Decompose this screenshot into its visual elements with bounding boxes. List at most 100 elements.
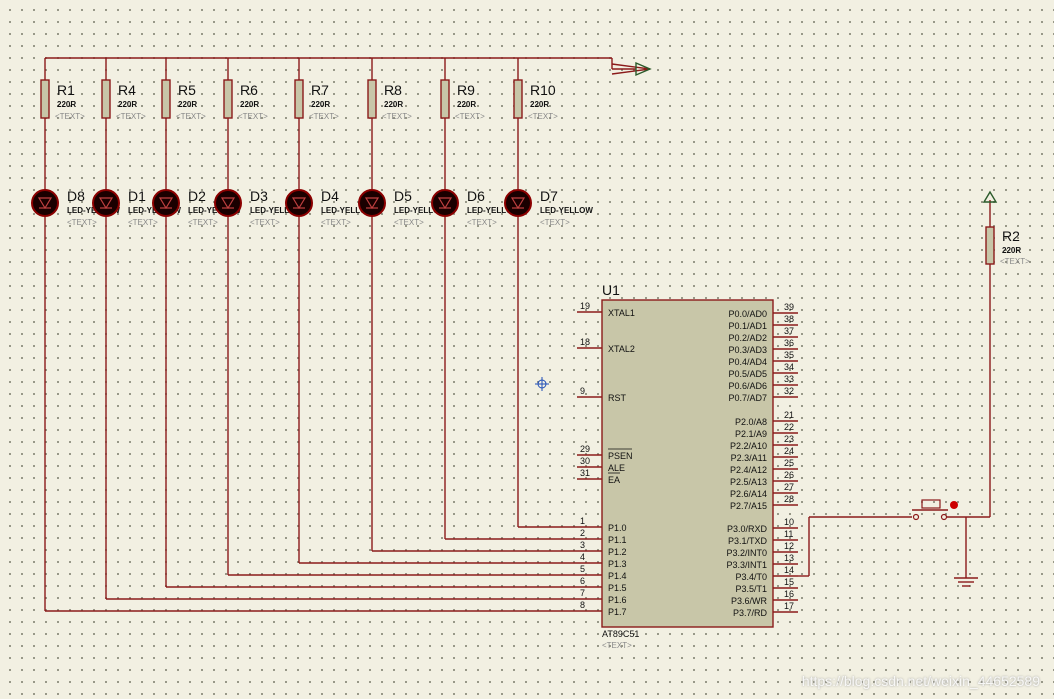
led-body (92, 189, 120, 217)
led-text-tag: <TEXT> (540, 218, 570, 227)
chip-pin-number: 22 (784, 422, 794, 432)
led-text-tag: <TEXT> (394, 218, 424, 227)
resistor-ref: R4 (118, 82, 136, 98)
resistor-ref: R5 (178, 82, 196, 98)
chip-pin-number: 18 (580, 337, 590, 347)
chip-pin-number: 27 (784, 482, 794, 492)
chip-pin-number: 35 (784, 350, 794, 360)
resistor-text-tag: <TEXT> (1000, 257, 1030, 266)
chip-pin-number: 3 (580, 540, 585, 550)
resistor-body (161, 79, 171, 119)
chip-pin-number: 1 (580, 516, 585, 526)
chip-pin-number: 14 (784, 565, 794, 575)
chip-pin-number: 19 (580, 301, 590, 311)
chip-pin-label: P2.4/A12 (730, 465, 767, 475)
chip-pin-label: P0.1/AD1 (728, 321, 767, 331)
chip-pin-label: P0.3/AD3 (728, 345, 767, 355)
chip-pin-label: P2.0/A8 (735, 417, 767, 427)
led-ref: D7 (540, 188, 558, 204)
resistor-text-tag: <TEXT> (455, 112, 485, 121)
led-body (285, 189, 313, 217)
chip-pin-label: P1.6 (608, 595, 627, 605)
chip-ref: U1 (602, 282, 620, 298)
resistor-text-tag: <TEXT> (55, 112, 85, 121)
led-body (152, 189, 180, 217)
led-text-tag: <TEXT> (250, 218, 280, 227)
chip-pin-number: 25 (784, 458, 794, 468)
led-text-tag: <TEXT> (67, 218, 97, 227)
resistor-ref: R8 (384, 82, 402, 98)
button-contact (940, 513, 948, 521)
resistor-ref: R2 (1002, 228, 1020, 244)
chip-pin-number: 7 (580, 588, 585, 598)
chip-pin-label: P2.2/A10 (730, 441, 767, 451)
chip-pin-label: P3.3/INT1 (726, 560, 767, 570)
chip-pin-label: P2.1/A9 (735, 429, 767, 439)
chip-pin-number: 17 (784, 601, 794, 611)
resistor-text-tag: <TEXT> (116, 112, 146, 121)
chip-pin-number: 28 (784, 494, 794, 504)
resistor-value: 220R (1002, 246, 1021, 255)
chip-pin-number: 21 (784, 410, 794, 420)
chip-pin-label: P0.5/AD5 (728, 369, 767, 379)
chip-pin-number: 15 (784, 577, 794, 587)
resistor-text-tag: <TEXT> (238, 112, 268, 121)
chip-pin-number: 11 (784, 529, 793, 539)
chip-pin-label: P2.7/A15 (730, 501, 767, 511)
led-ref: D5 (394, 188, 412, 204)
chip-text-tag: <TEXT> (602, 641, 632, 650)
chip-pin-label: P3.7/RD (733, 608, 768, 618)
led-value: LED-YELLOW (540, 206, 593, 215)
chip-pin-number: 13 (784, 553, 794, 563)
resistor-text-tag: <TEXT> (309, 112, 339, 121)
chip-pin-number: 26 (784, 470, 794, 480)
resistor-value: 220R (57, 100, 76, 109)
chip-pin-label: P1.0 (608, 523, 627, 533)
chip-pin-number: 9 (580, 386, 585, 396)
chip-pin-number: 29 (580, 444, 590, 454)
resistor-value: 220R (384, 100, 403, 109)
button-contact (912, 513, 920, 521)
led-body (214, 189, 242, 217)
chip-pin-number: 31 (580, 468, 590, 478)
resistor-value: 220R (457, 100, 476, 109)
button-state-dot (950, 501, 958, 509)
led-text-tag: <TEXT> (321, 218, 351, 227)
chip-pin-number: 39 (784, 302, 794, 312)
led-ref: D8 (67, 188, 85, 204)
chip-pin-label: P2.6/A14 (730, 489, 767, 499)
schematic-canvas: R1 220R <TEXT> D8 LED-YELLOW <TEXT> R4 220R <TEX… (31, 57, 1030, 650)
resistor-ref: R6 (240, 82, 258, 98)
led-ref: D3 (250, 188, 268, 204)
chip-pin-number: 6 (580, 576, 585, 586)
led-ref: D2 (188, 188, 206, 204)
chip-pin-label: XTAL2 (608, 344, 635, 354)
chip-pin-label: P3.5/T1 (735, 584, 767, 594)
chip-pin-number: 33 (784, 374, 794, 384)
chip-pin-label: P0.0/AD0 (728, 309, 767, 319)
resistor-body (985, 226, 995, 265)
resistor-body (223, 79, 233, 119)
led-ref: D4 (321, 188, 339, 204)
chip-pin-number: 30 (580, 456, 590, 466)
chip-pin-label: P1.4 (608, 571, 627, 581)
chip-pin-label: P3.0/RXD (727, 524, 768, 534)
resistor-body (440, 79, 450, 119)
resistor-value: 220R (530, 100, 549, 109)
resistor-value: 220R (118, 100, 137, 109)
resistor-body (101, 79, 111, 119)
chip-pin-label: XTAL1 (608, 308, 635, 318)
led-text-tag: <TEXT> (188, 218, 218, 227)
led-body (358, 189, 386, 217)
chip-pin-label: ALE (608, 463, 625, 473)
chip-pin-number: 23 (784, 434, 794, 444)
chip-pin-label: P1.2 (608, 547, 627, 557)
resistor-value: 220R (311, 100, 330, 109)
button-cap (921, 499, 941, 509)
chip-pin-number: 4 (580, 552, 585, 562)
chip-pin-number: 34 (784, 362, 794, 372)
chip-name: AT89C51 (602, 629, 639, 639)
chip-pin-number: 2 (580, 528, 585, 538)
resistor-ref: R9 (457, 82, 475, 98)
resistor-value: 220R (178, 100, 197, 109)
